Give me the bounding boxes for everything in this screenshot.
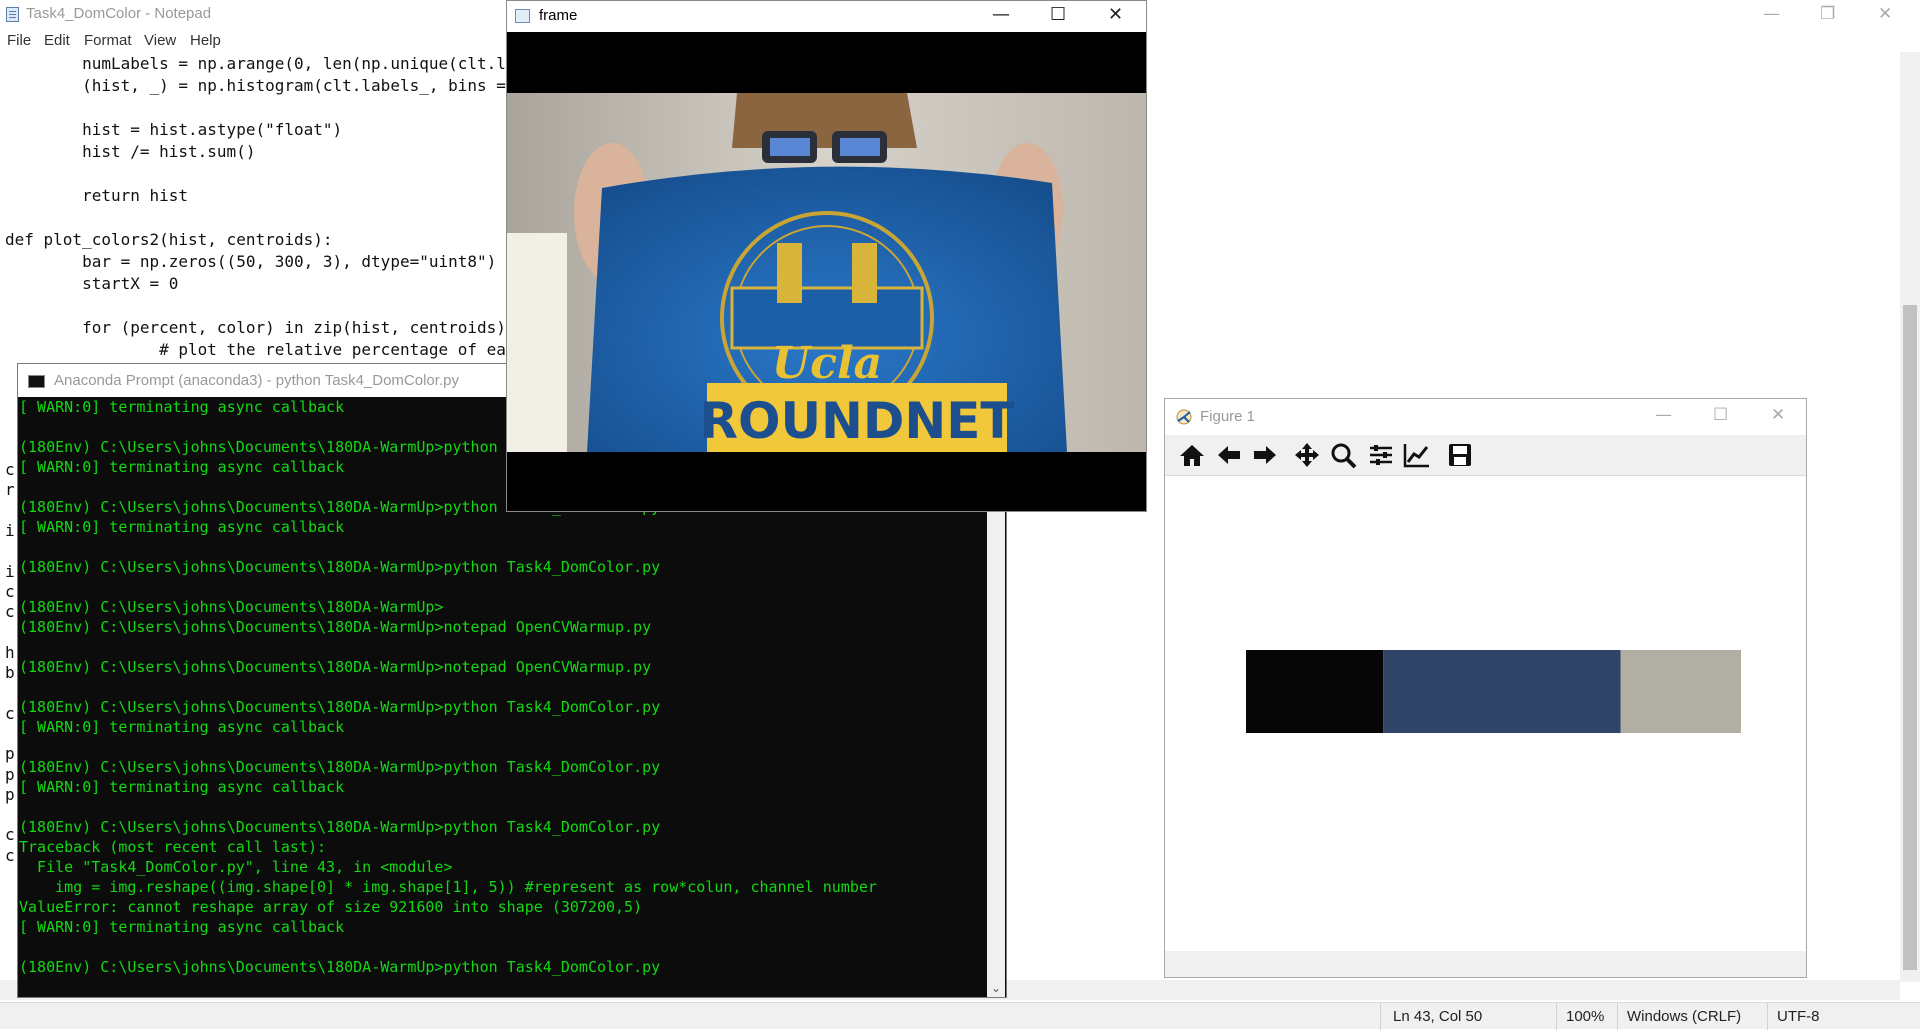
status-divider [1767,1003,1768,1030]
crest-banner: ROUNDNET [699,392,1014,450]
maximize-icon[interactable]: ☐ [1713,405,1728,425]
status-divider [1380,1003,1381,1030]
code-line-fragment: c [5,581,15,601]
code-line-fragment: c [5,825,15,845]
color-segment-3 [1620,650,1741,733]
color-segment-1 [1246,650,1384,733]
back-icon[interactable] [1214,441,1244,469]
minimize-icon[interactable]: — [1763,4,1780,24]
maximize-icon[interactable]: ☐ [1050,4,1066,25]
webcam-video: Ucla ROUNDNET [507,93,1146,452]
frame-titlebar[interactable]: frame — ☐ ✕ [507,1,1146,32]
menu-edit[interactable]: Edit [44,32,70,49]
code-line-fragment: c [5,703,15,723]
code-line-fragment: i [5,520,15,540]
status-position: Ln 43, Col 50 [1393,1008,1483,1025]
window-icon [515,9,530,23]
restore-icon[interactable]: ❐ [1820,4,1835,24]
code-line-fragment: p [5,764,15,784]
color-segment-2 [1383,650,1621,733]
terminal-line: img = img.reshape((img.shape[0] * img.sh… [19,878,877,896]
menu-format[interactable]: Format [84,32,132,49]
status-encoding: UTF-8 [1777,1008,1820,1025]
webcam-image: Ucla ROUNDNET [507,93,1146,452]
figure-toolbar [1165,435,1806,476]
notepad-statusbar: Ln 43, Col 50 100% Windows (CRLF) UTF-8 [0,1002,1920,1030]
status-divider [1556,1003,1557,1030]
terminal-line: (180Env) C:\Users\johns\Documents\180DA-… [19,658,652,676]
code-line-fragment: b [5,663,15,682]
terminal-line: [ WARN:0] terminating async callback [19,518,345,536]
terminal-icon [28,375,45,388]
status-line-ending: Windows (CRLF) [1627,1008,1742,1025]
dominant-color-bar [1246,650,1741,733]
terminal-line: (180Env) C:\Users\johns\Documents\180DA-… [19,558,661,576]
code-line-fragment: c [5,602,15,622]
notepad-title: Task4_DomColor - Notepad [26,5,212,22]
menu-view[interactable]: View [144,32,176,49]
figure-titlebar[interactable]: Figure 1 — ☐ ✕ [1165,399,1806,435]
terminal-line: [ WARN:0] terminating async callback [19,918,345,936]
code-line-fragment: p [5,784,15,804]
matplotlib-icon [1176,409,1192,425]
terminal-line: [ WARN:0] terminating async callback [19,718,345,736]
figure-title: Figure 1 [1200,408,1256,425]
scroll-down-icon[interactable]: ⌄ [987,981,1005,995]
code-line-fragment: i [5,561,15,581]
configure-icon[interactable] [1366,441,1396,469]
notepad-scroll-thumb[interactable] [1903,305,1917,970]
terminal-line: (180Env) C:\Users\johns\Documents\180DA-… [19,758,661,776]
terminal-line: (180Env) C:\Users\johns\Documents\180DA-… [19,598,444,616]
figure-statusbar [1165,951,1806,977]
forward-icon[interactable] [1250,441,1280,469]
menu-help[interactable]: Help [190,32,221,49]
anaconda-prompt-title: Anaconda Prompt (anaconda3) - python Tas… [54,372,459,389]
zoom-icon[interactable] [1329,441,1359,469]
close-icon[interactable]: ✕ [1878,4,1892,24]
crest-script: Ucla [772,338,882,389]
figure-window: Figure 1 — ☐ ✕ [1164,398,1807,978]
close-icon[interactable]: ✕ [1771,405,1785,425]
terminal-line: (180Env) C:\Users\johns\Documents\180DA-… [19,818,661,836]
code-line-fragment: r [5,480,15,500]
frame-title: frame [539,7,578,24]
frame-window: frame — ☐ ✕ Ucla ROUNDNET [506,0,1147,512]
terminal-line: ValueError: cannot reshape array of size… [19,898,643,916]
terminal-line: (180Env) C:\Users\johns\Documents\180DA-… [19,958,661,976]
code-line-fragment: c [5,845,15,865]
home-icon[interactable] [1177,441,1207,469]
save-icon[interactable] [1445,441,1475,469]
edit-axes-icon[interactable] [1402,441,1432,469]
figure-canvas[interactable] [1165,476,1806,946]
status-divider [1617,1003,1618,1030]
terminal-line: (180Env) C:\Users\johns\Documents\180DA-… [19,698,661,716]
menu-file[interactable]: File [7,32,31,49]
terminal-line: (180Env) C:\Users\johns\Documents\180DA-… [19,618,652,636]
status-zoom: 100% [1566,1008,1605,1025]
terminal-line: Traceback (most recent call last): [19,838,327,856]
code-line-fragment: c [5,460,15,479]
minimize-icon[interactable]: — [1655,405,1672,425]
terminal-line: File "Task4_DomColor.py", line 43, in <m… [19,858,453,876]
notepad-icon [6,7,19,22]
code-line-fragment: p [5,744,15,764]
close-icon[interactable]: ✕ [1108,4,1123,25]
minimize-icon[interactable]: — [992,4,1010,25]
terminal-line: [ WARN:0] terminating async callback [19,778,345,796]
pan-icon[interactable] [1292,441,1322,469]
code-line-fragment: h [5,642,15,662]
